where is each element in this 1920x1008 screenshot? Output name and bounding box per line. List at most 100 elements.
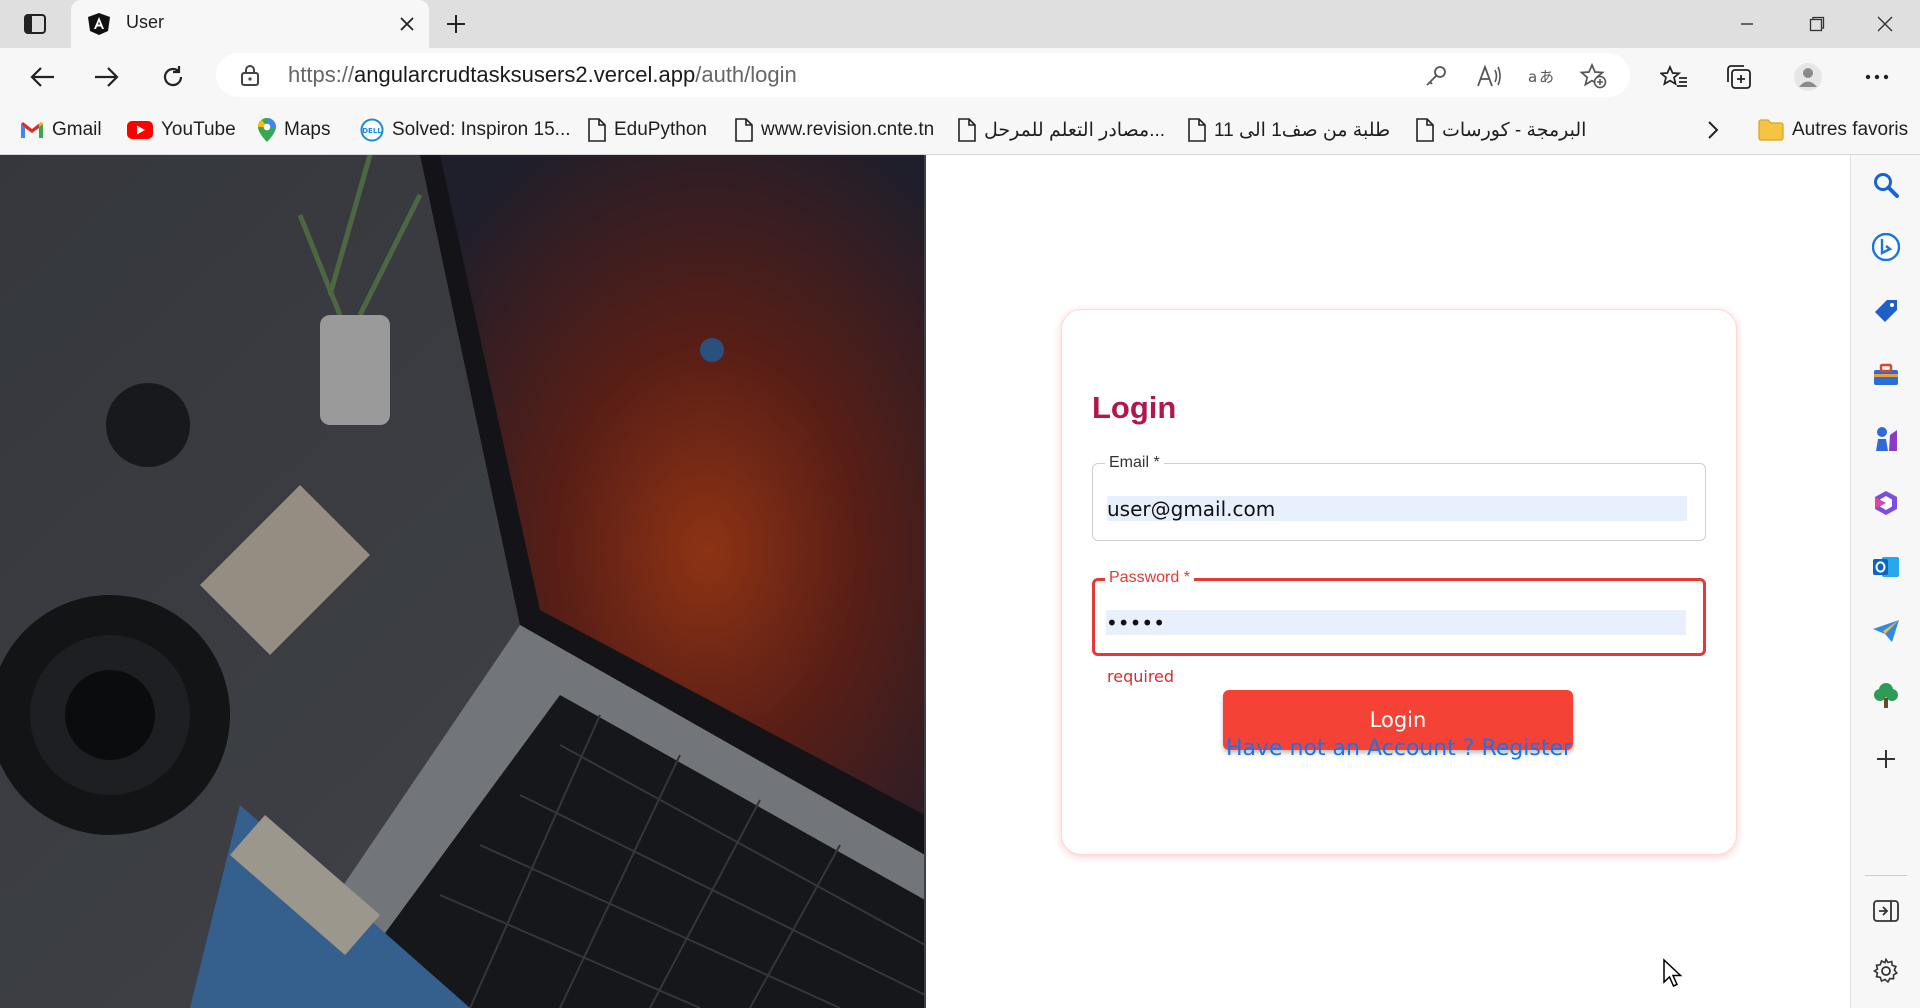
chess-piece-icon — [1876, 427, 1897, 451]
sidebar-tree-button[interactable] — [1870, 679, 1902, 711]
sidebar-settings-button[interactable] — [1870, 955, 1902, 987]
settings-more-button[interactable] — [1857, 57, 1897, 97]
bookmark-dell[interactable]: DELL Solved: Inspiron 15... — [360, 114, 571, 146]
favorites-button[interactable] — [1654, 57, 1694, 97]
svg-text:a: a — [1528, 68, 1537, 86]
bookmark-label: طلبة من صف1 الى 11 — [1214, 119, 1391, 141]
mouse-cursor-icon — [1662, 958, 1684, 988]
bookmark-edupython[interactable]: EduPython — [588, 114, 707, 146]
sidebar-games-button[interactable] — [1870, 423, 1902, 455]
toolbox-icon — [1874, 363, 1898, 385]
minimize-button[interactable] — [1712, 0, 1782, 48]
password-input[interactable] — [1106, 610, 1686, 635]
password-key-icon[interactable] — [1422, 62, 1450, 90]
read-aloud-icon[interactable] — [1475, 62, 1503, 90]
password-error: required — [1107, 667, 1175, 686]
svg-text:DELL: DELL — [362, 127, 382, 135]
hero-image — [0, 155, 925, 1008]
bookmark-label: Gmail — [52, 119, 102, 140]
login-title: Login — [1092, 390, 1177, 425]
email-label: Email * — [1105, 454, 1164, 472]
gmail-icon — [21, 122, 43, 138]
close-icon — [400, 17, 414, 31]
tree-icon — [1874, 683, 1898, 708]
restore-icon — [1809, 16, 1825, 32]
translate-icon[interactable]: aあ — [1528, 62, 1556, 90]
email-field[interactable]: Email * — [1092, 454, 1706, 541]
bing-icon — [1872, 233, 1900, 261]
sidebar-tools-button[interactable] — [1870, 359, 1902, 391]
plus-icon — [447, 15, 465, 33]
restore-button[interactable] — [1782, 0, 1852, 48]
send-icon — [1873, 620, 1899, 642]
chevron-right-icon — [1708, 121, 1719, 139]
password-label: Password * — [1105, 569, 1194, 587]
bookmark-arabic-3[interactable]: البرمجة - كورسات — [1416, 114, 1586, 146]
svg-text:あ: あ — [1539, 68, 1554, 86]
angular-icon — [87, 12, 111, 36]
page-icon — [1188, 118, 1206, 142]
refresh-button[interactable] — [153, 57, 193, 97]
folder-icon — [1758, 119, 1784, 141]
bookmark-label: www.revision.cnte.tn — [761, 119, 935, 140]
lock-icon[interactable] — [240, 64, 260, 86]
collections-button[interactable] — [1719, 57, 1759, 97]
bookmark-label: YouTube — [161, 119, 236, 140]
forward-arrow-icon — [95, 67, 119, 87]
bookmark-revision[interactable]: www.revision.cnte.tn — [735, 114, 934, 146]
refresh-icon — [163, 66, 183, 87]
avatar-icon — [1794, 63, 1822, 91]
panel-collapse-icon — [1873, 900, 1899, 922]
bookmark-arabic-1[interactable]: ...مصادر التعلم للمرحل — [958, 114, 1165, 146]
add-favorite-icon[interactable] — [1579, 62, 1607, 90]
back-arrow-icon — [30, 67, 54, 87]
back-button[interactable] — [22, 57, 62, 97]
browser-tab[interactable]: User — [71, 0, 429, 48]
sidebar-telegram-button[interactable] — [1870, 615, 1902, 647]
sidebar-shopping-button[interactable] — [1870, 295, 1902, 327]
close-tab-button[interactable] — [395, 12, 419, 36]
bookmark-label: EduPython — [614, 119, 707, 140]
sidebar-office-button[interactable] — [1870, 487, 1902, 519]
dell-icon: DELL — [360, 118, 384, 142]
url-host: angularcrudtasksusers2.vercel.app — [354, 62, 696, 87]
tab-strip: User — [0, 0, 1920, 48]
close-icon — [1877, 16, 1893, 32]
page-icon — [958, 118, 976, 142]
office-icon — [1875, 491, 1897, 515]
edge-sidebar — [1850, 155, 1920, 1008]
sidebar-add-button[interactable] — [1870, 743, 1902, 775]
shopping-tag-icon — [1875, 300, 1897, 322]
sidebar-search-button[interactable] — [1870, 169, 1902, 201]
bookmark-label: ...مصادر التعلم للمرحل — [984, 119, 1166, 141]
password-field[interactable]: Password * — [1092, 569, 1706, 656]
new-tab-button[interactable] — [438, 10, 474, 38]
page-icon — [588, 118, 606, 142]
email-input[interactable] — [1107, 496, 1687, 521]
bookmark-maps[interactable]: Maps — [258, 114, 330, 146]
bookmark-label: Autres favoris — [1792, 119, 1909, 140]
tab-actions-button[interactable] — [16, 10, 54, 38]
bookmark-label: البرمجة - كورسات — [1442, 119, 1587, 141]
bookmarks-overflow-button[interactable] — [1706, 114, 1720, 146]
bookmark-arabic-2[interactable]: طلبة من صف1 الى 11 — [1188, 114, 1390, 146]
page-icon — [735, 118, 753, 142]
url-text[interactable]: https://angularcrudtasksusers2.vercel.ap… — [288, 62, 797, 88]
close-window-button[interactable] — [1850, 0, 1920, 48]
bookmarks-bar: Gmail YouTube Maps DELL Solved: Inspiron… — [0, 106, 1920, 155]
register-link[interactable]: Have not an Account ? Register — [1062, 736, 1736, 761]
other-favorites-folder[interactable]: Autres favoris — [1758, 114, 1908, 146]
sidebar-hide-button[interactable] — [1870, 895, 1902, 927]
profile-button[interactable] — [1788, 57, 1828, 97]
address-bar[interactable]: https://angularcrudtasksusers2.vercel.ap… — [216, 53, 1630, 97]
url-protocol: https:// — [288, 62, 355, 87]
youtube-icon — [127, 121, 153, 139]
panel-divider — [924, 155, 926, 1008]
forward-button[interactable] — [87, 57, 127, 97]
bookmark-gmail[interactable]: Gmail — [20, 114, 102, 146]
bookmark-youtube[interactable]: YouTube — [127, 114, 236, 146]
favorites-icon — [1660, 65, 1687, 87]
sidebar-bing-button[interactable] — [1870, 231, 1902, 263]
sidebar-outlook-button[interactable] — [1870, 551, 1902, 583]
tab-actions-icon — [24, 14, 46, 34]
